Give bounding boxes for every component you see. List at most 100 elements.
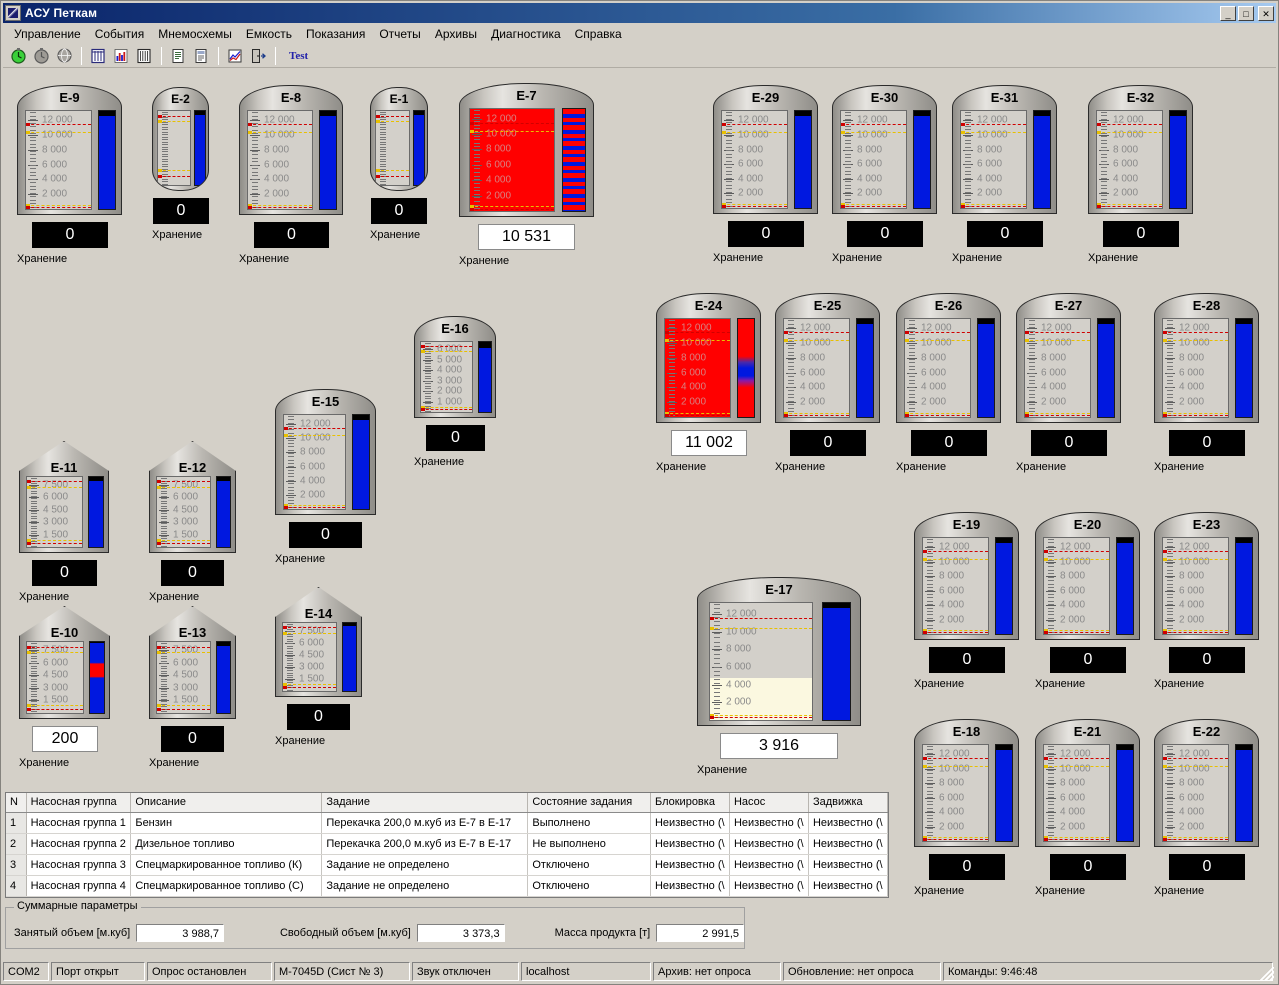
tank-e-14[interactable]: E-14 7 500 6 000 4 500 3 000 1 500 0 Хранение <box>275 587 362 747</box>
column-header[interactable]: N <box>6 793 27 813</box>
tank-value-readout: 0 <box>847 221 923 247</box>
bar-chart-icon[interactable] <box>110 45 132 67</box>
menu-item-управление[interactable]: Управление <box>7 25 88 43</box>
limit-marker <box>1163 331 1167 335</box>
tank-e-9[interactable]: E-9 12 000 10 000 8 000 6 000 4 000 2 000 0 Хран… <box>17 85 122 265</box>
column-header[interactable]: Задание <box>321 793 529 813</box>
tank-level-scale: 12 000 10 000 8 000 6 000 4 000 2 000 <box>25 110 92 210</box>
column-header[interactable]: Насосная группа <box>26 793 132 813</box>
tank-level-scale: 12 000 10 000 8 000 6 000 4 000 2 000 <box>904 318 971 418</box>
menu-item-мнемосхемы[interactable]: Мнемосхемы <box>151 25 239 43</box>
scale-tick-label: 2 000 <box>1179 821 1205 833</box>
tank-e-8[interactable]: E-8 12 000 10 000 8 000 6 000 4 000 2 000 0 Хран… <box>239 85 343 265</box>
maximize-button[interactable]: □ <box>1238 5 1254 21</box>
trend-chart-icon[interactable] <box>224 45 246 67</box>
tank-e-31[interactable]: E-31 12 000 10 000 8 000 6 000 4 000 2 000 0 Хра… <box>952 85 1057 264</box>
summary-row: Занятый объем [м.куб] 3 988,7 Свободный … <box>6 924 744 942</box>
column-header[interactable]: Задвижка <box>808 793 889 813</box>
limit-line-hihi <box>27 487 82 489</box>
menu-item-показания[interactable]: Показания <box>299 25 372 43</box>
limit-marker <box>905 331 909 335</box>
minimize-button[interactable]: _ <box>1220 5 1236 21</box>
limit-line-lo <box>961 203 1026 205</box>
menu-item-архивы[interactable]: Архивы <box>428 25 484 43</box>
tank-e-28[interactable]: E-28 12 000 10 000 8 000 6 000 4 000 2 000 0 Хра… <box>1154 293 1259 473</box>
tank-e-15[interactable]: E-15 12 000 10 000 8 000 6 000 4 000 2 000 0 Хра… <box>275 389 376 565</box>
column-header[interactable]: Состояние задания <box>527 793 651 813</box>
limit-marker <box>158 115 162 119</box>
limit-line <box>376 176 409 178</box>
tank-e-23[interactable]: E-23 12 000 10 000 8 000 6 000 4 000 2 000 0 Хра… <box>1154 512 1259 690</box>
resize-grip[interactable] <box>1260 967 1274 981</box>
tank-e-19[interactable]: E-19 12 000 10 000 8 000 6 000 4 000 2 000 0 Хра… <box>914 512 1019 690</box>
table-view-icon[interactable] <box>87 45 109 67</box>
exit-icon[interactable] <box>247 45 269 67</box>
report-icon[interactable] <box>167 45 189 67</box>
tank-e-30[interactable]: E-30 12 000 10 000 8 000 6 000 4 000 2 000 0 Хра… <box>832 85 937 264</box>
tank-label: E-10 <box>50 625 79 640</box>
tank-e-20[interactable]: E-20 12 000 10 000 8 000 6 000 4 000 2 000 0 Хра… <box>1035 512 1140 690</box>
cell-blocking: Неизвестно (\ <box>650 833 730 855</box>
tank-e-26[interactable]: E-26 12 000 10 000 8 000 6 000 4 000 2 000 0 Хра… <box>896 293 1001 473</box>
close-button[interactable]: ✕ <box>1258 5 1274 21</box>
tank-status-label: Хранение <box>275 553 326 565</box>
stop-poll-icon[interactable] <box>30 45 52 67</box>
tank-level-bar <box>352 414 370 510</box>
start-poll-icon[interactable] <box>7 45 29 67</box>
tank-body: E-20 12 000 10 000 8 000 6 000 4 000 2 000 <box>1035 512 1140 640</box>
tank-e-2[interactable]: E-2 0 Хранение <box>152 87 209 241</box>
tank-e-25[interactable]: E-25 12 000 10 000 8 000 6 000 4 000 2 000 0 Хра… <box>775 293 880 473</box>
table-row[interactable]: 1 Насосная группа 1 Бензин Перекачка 200,0 … <box>6 812 889 834</box>
table-row[interactable]: 3 Насосная группа 3 Спецмаркированное топл… <box>6 854 889 876</box>
tank-e-27[interactable]: E-27 12 000 10 000 8 000 6 000 4 000 2 000 0 Хра… <box>1016 293 1121 473</box>
status-cell: Команды: 9:46:48 <box>943 962 1273 981</box>
scale-tick-label: 4 000 <box>726 679 752 691</box>
limit-line-hi <box>1044 550 1109 552</box>
tank-e-21[interactable]: E-21 12 000 10 000 8 000 6 000 4 000 2 000 0 Хра… <box>1035 719 1140 897</box>
test-button[interactable]: Test <box>289 50 308 62</box>
tank-e-18[interactable]: E-18 12 000 10 000 8 000 6 000 4 000 2 000 0 Хра… <box>914 719 1019 897</box>
tank-e-17[interactable]: E-17 12 000 10 000 8 000 6 000 4 000 2 000 3 91… <box>697 577 861 776</box>
menu-item-справка[interactable]: Справка <box>568 25 629 43</box>
tank-level-bar-fill <box>99 115 115 209</box>
tank-e-32[interactable]: E-32 12 000 10 000 8 000 6 000 4 000 2 000 0 Хра… <box>1088 85 1193 264</box>
status-cell: COM2 <box>3 962 49 981</box>
pump-group-table[interactable]: N Насосная группа Описание Задание Состояние… <box>5 792 889 898</box>
cell-task: Перекачка 200,0 м.куб из Е-7 в Е-17 <box>321 812 529 834</box>
globe-poll-icon[interactable] <box>53 45 75 67</box>
report-detail-icon[interactable] <box>190 45 212 67</box>
menu-item-отчеты[interactable]: Отчеты <box>372 25 427 43</box>
tank-e-1[interactable]: E-1 0 Хранение <box>370 87 428 241</box>
tank-e-10[interactable]: E-10 7 500 6 000 4 500 3 000 1 500 200 Хранение <box>19 606 110 769</box>
tank-level-scale: 12 000 10 000 8 000 6 000 4 000 2 000 <box>1024 318 1091 418</box>
limit-marker <box>248 205 252 209</box>
column-header[interactable]: Насос <box>729 793 809 813</box>
grid-view-icon[interactable] <box>133 45 155 67</box>
tank-e-16[interactable]: E-16 6 000 5 000 4 000 3 000 2 000 1 000 0 Хране… <box>414 316 496 468</box>
menu-item-емкость[interactable]: Емкость <box>239 25 299 43</box>
tank-e-11[interactable]: E-11 7 500 6 000 4 500 3 000 1 500 0 Хранение <box>19 441 109 603</box>
tank-e-29[interactable]: E-29 12 000 10 000 8 000 6 000 4 000 2 000 0 Хра… <box>713 85 818 264</box>
menu-item-события[interactable]: События <box>88 25 152 43</box>
column-header[interactable]: Блокировка <box>650 793 730 813</box>
limit-marker <box>923 837 927 841</box>
limit-line-hihi <box>27 652 83 654</box>
scale-tick-label: 2 000 <box>300 489 326 501</box>
tank-level-bar <box>1033 110 1051 209</box>
menu-item-диагностика[interactable]: Диагностика <box>484 25 568 43</box>
scale-tick-label: 6 000 <box>800 367 826 379</box>
limit-line <box>158 170 190 172</box>
limit-marker <box>283 685 287 689</box>
tank-e-22[interactable]: E-22 12 000 10 000 8 000 6 000 4 000 2 000 0 Хра… <box>1154 719 1259 897</box>
tank-e-13[interactable]: E-13 7 500 6 000 4 500 3 000 1 500 0 Хранение <box>149 606 236 769</box>
table-row[interactable]: 2 Насосная группа 2 Дизельное топливо Перек… <box>6 833 889 855</box>
tank-e-24[interactable]: E-24 12 000 10 000 8 000 6 000 4 000 2 000 11 0… <box>656 293 761 473</box>
tank-e-7[interactable]: E-7 12 000 10 000 8 000 6 000 4 000 2 000 10 53… <box>459 83 594 267</box>
status-bar: COM2 Порт открыт Опрос остановлен M-7045D (… <box>3 961 1276 982</box>
column-header[interactable]: Описание <box>130 793 323 813</box>
scale-tick-label: 8 000 <box>264 144 290 156</box>
tank-e-12[interactable]: E-12 7 500 6 000 4 500 3 000 1 500 0 Хранение <box>149 441 236 603</box>
limit-line-hi <box>283 627 336 629</box>
tank-label: E-7 <box>516 88 537 103</box>
table-row[interactable]: 4 Насосная группа 4 Спецмаркированное топл… <box>6 875 889 897</box>
